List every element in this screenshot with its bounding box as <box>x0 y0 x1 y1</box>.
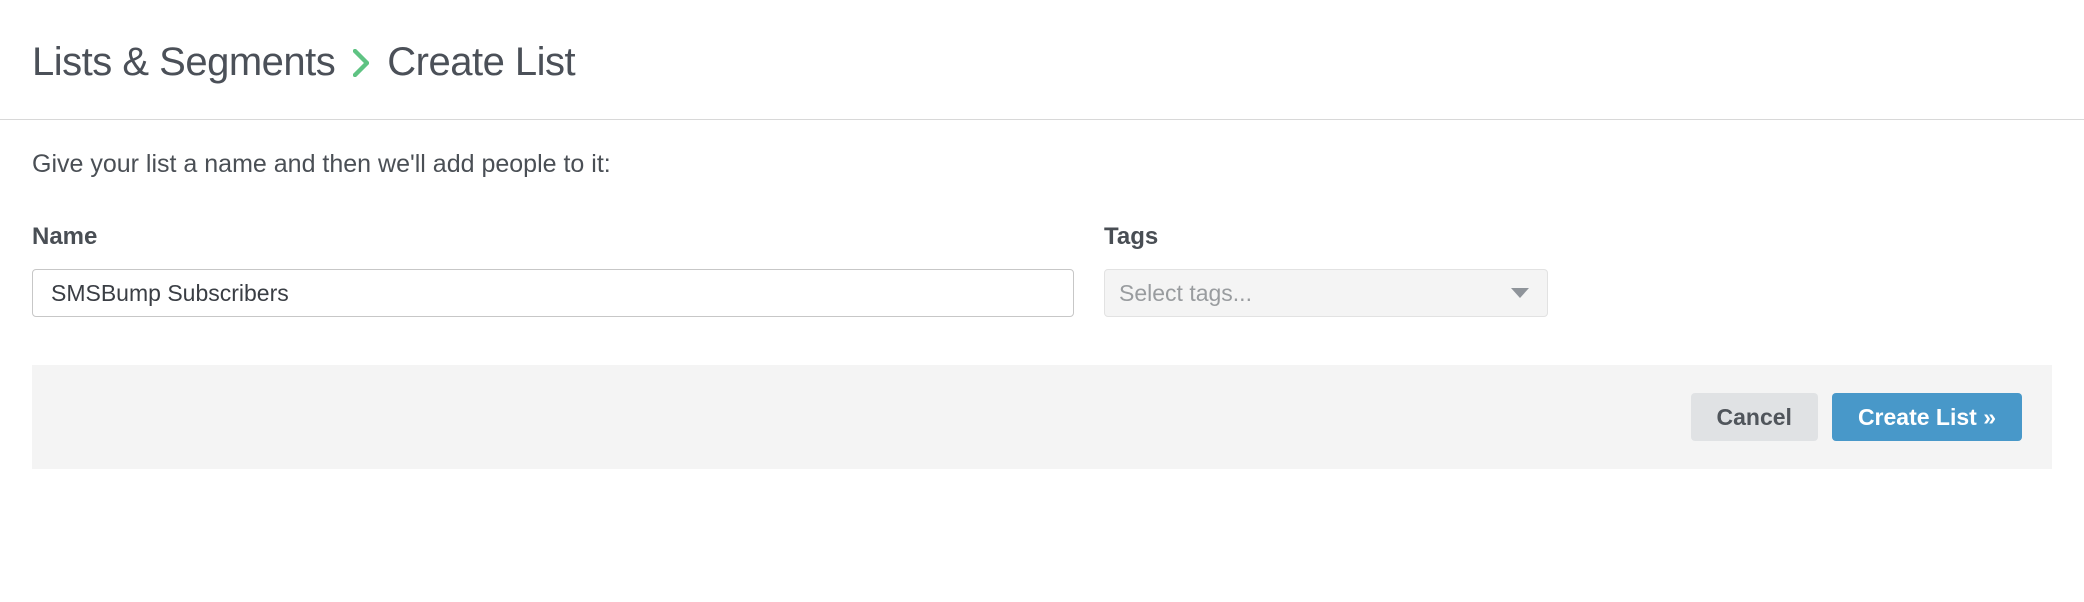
tags-placeholder: Select tags... <box>1119 280 1252 307</box>
chevron-right-icon <box>353 49 369 77</box>
cancel-button[interactable]: Cancel <box>1691 393 1818 441</box>
page-header: Lists & Segments Create List <box>0 0 2084 120</box>
form-group-name: Name <box>32 223 1074 317</box>
action-bar: Cancel Create List » <box>32 365 2052 469</box>
breadcrumb-parent[interactable]: Lists & Segments <box>32 40 335 85</box>
tags-select[interactable]: Select tags... <box>1104 269 1548 317</box>
form-group-tags: Tags Select tags... <box>1104 223 1548 317</box>
create-list-button[interactable]: Create List » <box>1832 393 2022 441</box>
form-row: Name Tags Select tags... <box>32 223 2052 317</box>
caret-down-icon <box>1511 288 1529 298</box>
breadcrumb-current: Create List <box>387 40 575 85</box>
content-area: Give your list a name and then we'll add… <box>0 120 2084 317</box>
name-input[interactable] <box>32 269 1074 317</box>
tags-label: Tags <box>1104 223 1548 251</box>
name-label: Name <box>32 223 1074 251</box>
instruction-text: Give your list a name and then we'll add… <box>32 150 2052 179</box>
breadcrumb: Lists & Segments Create List <box>32 40 2052 85</box>
